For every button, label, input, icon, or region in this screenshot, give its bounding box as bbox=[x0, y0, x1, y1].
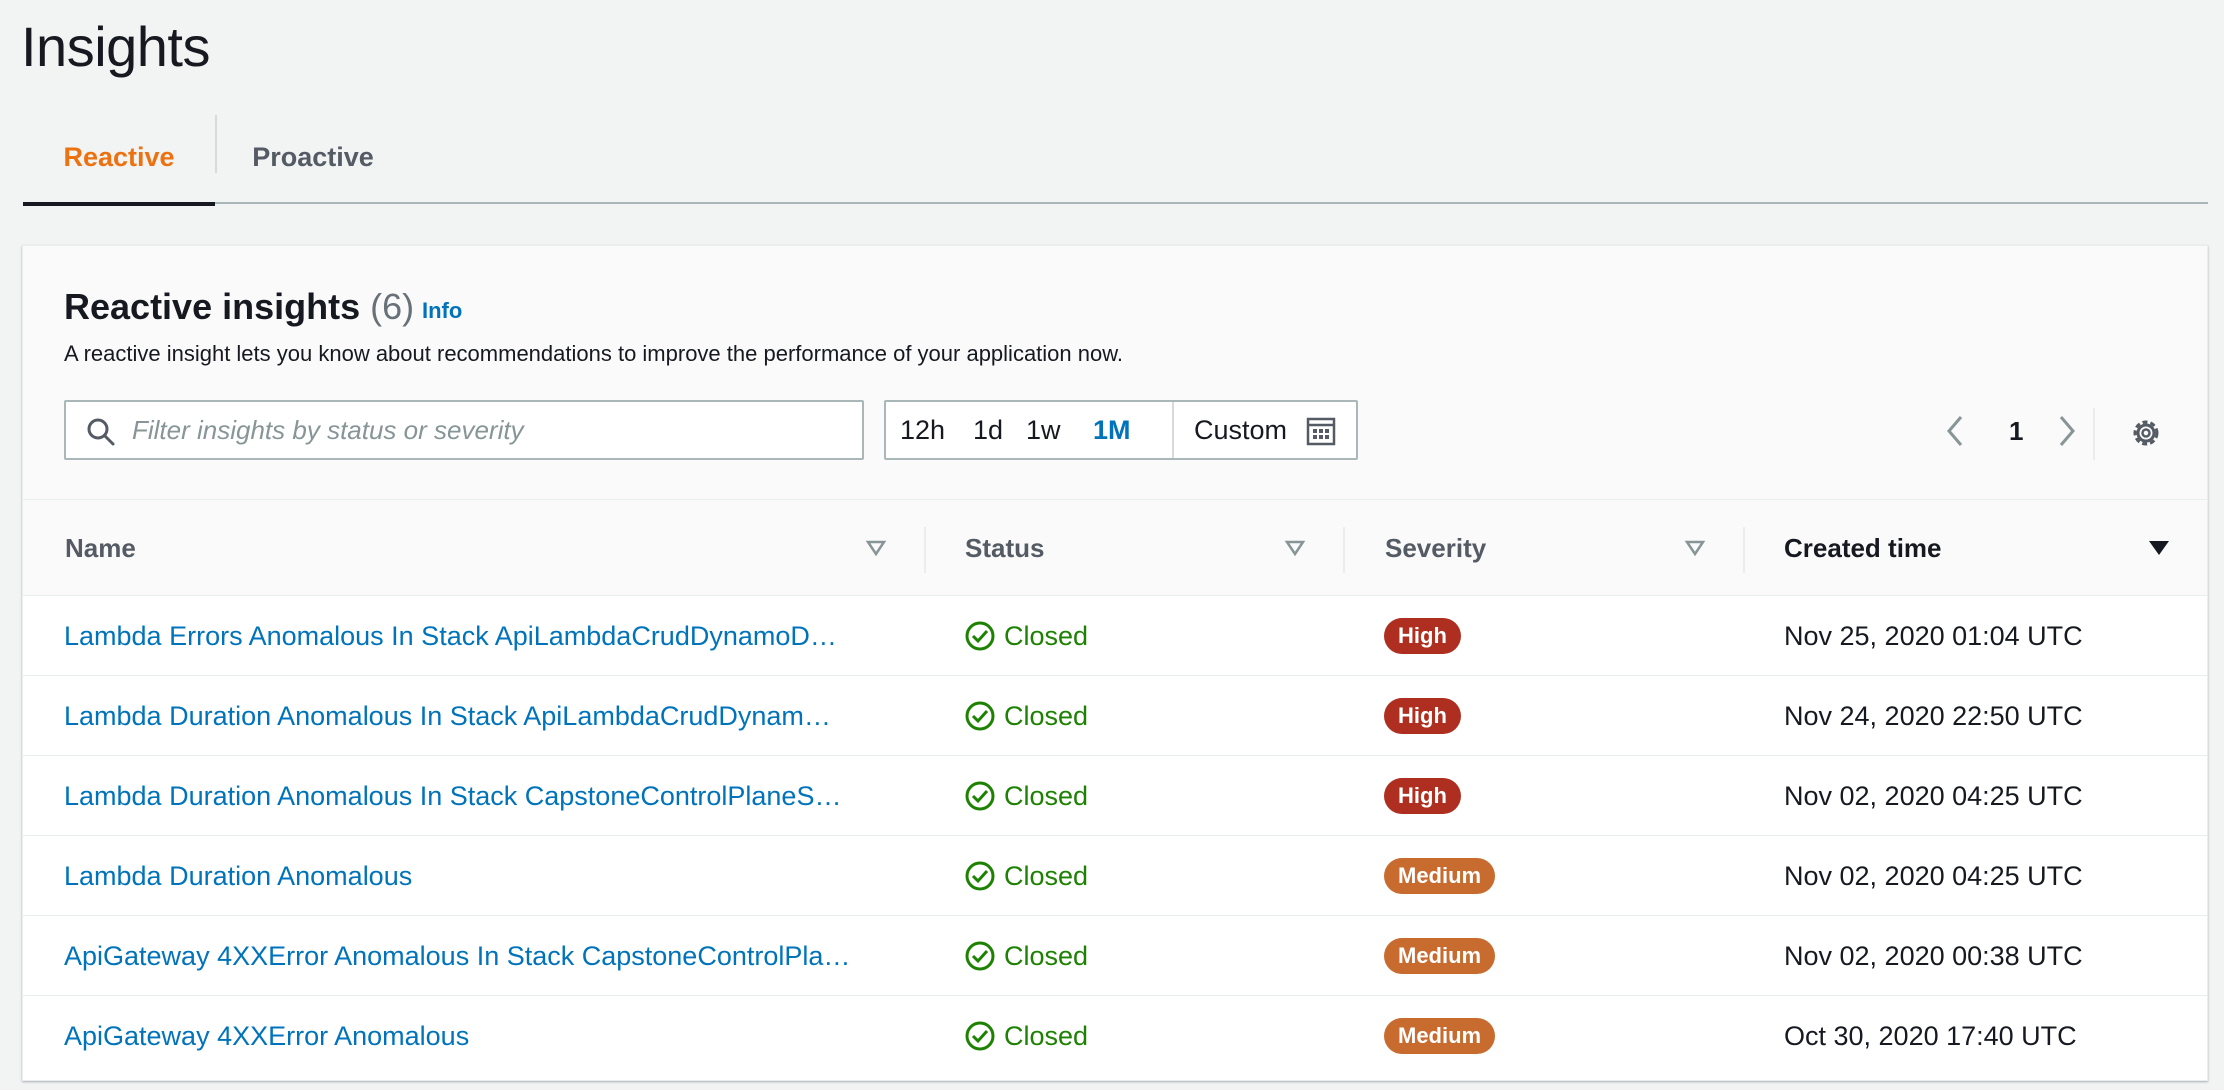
calendar-icon bbox=[1306, 417, 1336, 446]
range-12h[interactable]: 12h bbox=[900, 415, 945, 446]
created-time: Nov 02, 2020 00:38 UTC bbox=[1784, 940, 2083, 971]
time-range-selector: 12h 1d 1w 1M Custom bbox=[884, 400, 1358, 460]
created-time: Nov 02, 2020 04:25 UTC bbox=[1784, 860, 2083, 891]
status-text: Closed bbox=[1004, 620, 1089, 651]
insight-name-link[interactable]: Lambda Duration Anomalous bbox=[64, 861, 412, 892]
sort-caret-icon[interactable] bbox=[2147, 538, 2171, 558]
range-1w[interactable]: 1w bbox=[1026, 415, 1061, 446]
severity-badge: High bbox=[1384, 698, 1461, 734]
status-text: Closed bbox=[1004, 700, 1089, 731]
column-divider bbox=[1743, 527, 1745, 573]
sort-caret-icon[interactable] bbox=[1284, 538, 1306, 558]
search-field[interactable] bbox=[64, 400, 864, 460]
table-row: ApiGateway 4XXError Anomalous In Stack C… bbox=[23, 916, 2207, 996]
insight-name-link[interactable]: Lambda Errors Anomalous In Stack ApiLamb… bbox=[64, 621, 837, 652]
table-row: Lambda Duration Anomalous In Stack Capst… bbox=[23, 756, 2207, 836]
severity-badge: High bbox=[1384, 778, 1461, 814]
table-row: ApiGateway 4XXError Anomalous Closed Med… bbox=[23, 996, 2207, 1076]
table-row: Lambda Duration Anomalous In Stack ApiLa… bbox=[23, 676, 2207, 756]
tab-reactive[interactable]: Reactive bbox=[23, 110, 215, 206]
range-custom-button[interactable]: Custom bbox=[1172, 402, 1356, 458]
status-text: Closed bbox=[1004, 940, 1089, 971]
search-icon bbox=[87, 418, 115, 446]
column-label-created: Created time bbox=[1784, 532, 1942, 563]
created-time: Nov 02, 2020 04:25 UTC bbox=[1784, 780, 2083, 811]
column-header-name[interactable]: Name bbox=[65, 500, 136, 596]
insight-name-link[interactable]: ApiGateway 4XXError Anomalous In Stack C… bbox=[64, 941, 850, 972]
column-header-severity[interactable]: Severity bbox=[1385, 500, 1486, 596]
info-link[interactable]: Info bbox=[422, 298, 462, 324]
created-time: Nov 24, 2020 22:50 UTC bbox=[1784, 700, 2083, 731]
status-text: Closed bbox=[1004, 1020, 1089, 1051]
panel-description: A reactive insight lets you know about r… bbox=[64, 341, 1124, 366]
severity-badge: High bbox=[1384, 618, 1461, 654]
range-custom-label: Custom bbox=[1194, 414, 1288, 445]
page-number[interactable]: 1 bbox=[2009, 416, 2023, 447]
panel-title: Reactive insights (6) bbox=[64, 286, 414, 328]
severity-badge: Medium bbox=[1384, 938, 1496, 974]
check-circle-icon bbox=[965, 941, 995, 971]
status-text: Closed bbox=[1004, 780, 1089, 811]
status-text: Closed bbox=[1004, 860, 1089, 891]
created-time: Nov 25, 2020 01:04 UTC bbox=[1784, 620, 2083, 651]
check-circle-icon bbox=[965, 1021, 995, 1051]
created-time: Oct 30, 2020 17:40 UTC bbox=[1784, 1020, 2077, 1051]
panel-header: Reactive insights (6) Info A reactive in… bbox=[23, 246, 2207, 500]
check-circle-icon bbox=[965, 701, 995, 731]
tab-bar: Reactive Proactive bbox=[23, 110, 2208, 206]
gear-icon[interactable] bbox=[2128, 415, 2164, 451]
severity-badge: Medium bbox=[1384, 1018, 1496, 1054]
column-divider bbox=[1343, 527, 1345, 573]
page-title: Insights bbox=[21, 15, 211, 78]
table-row: Lambda Errors Anomalous In Stack ApiLamb… bbox=[23, 596, 2207, 676]
insight-count: (6) bbox=[370, 286, 415, 327]
tab-proactive-label: Proactive bbox=[252, 141, 374, 172]
column-header-status[interactable]: Status bbox=[965, 500, 1044, 596]
chevron-right-icon[interactable] bbox=[2053, 411, 2081, 451]
column-label-name: Name bbox=[65, 532, 136, 563]
pager-divider bbox=[2093, 408, 2095, 460]
sort-caret-icon[interactable] bbox=[1684, 538, 1706, 558]
column-label-severity: Severity bbox=[1385, 532, 1487, 563]
column-divider bbox=[924, 527, 926, 573]
table-header: Name Status Severity Created time bbox=[23, 500, 2207, 596]
panel-title-text: Reactive insights bbox=[64, 286, 361, 327]
reactive-insights-panel: Reactive insights (6) Info A reactive in… bbox=[22, 245, 2208, 1081]
insight-name-link[interactable]: Lambda Duration Anomalous In Stack ApiLa… bbox=[64, 701, 831, 732]
range-1m[interactable]: 1M bbox=[1093, 415, 1131, 446]
check-circle-icon bbox=[965, 621, 995, 651]
insight-name-link[interactable]: Lambda Duration Anomalous In Stack Capst… bbox=[64, 781, 841, 812]
column-header-created[interactable]: Created time bbox=[1784, 500, 1942, 596]
tab-reactive-label: Reactive bbox=[63, 141, 175, 172]
sort-caret-icon[interactable] bbox=[865, 538, 887, 558]
tab-proactive[interactable]: Proactive bbox=[217, 110, 409, 204]
severity-badge: Medium bbox=[1384, 858, 1496, 894]
column-label-status: Status bbox=[965, 532, 1045, 563]
range-1d[interactable]: 1d bbox=[973, 415, 1003, 446]
search-input[interactable] bbox=[132, 410, 842, 450]
check-circle-icon bbox=[965, 781, 995, 811]
check-circle-icon bbox=[965, 861, 995, 891]
chevron-left-icon[interactable] bbox=[1941, 411, 1969, 451]
insight-name-link[interactable]: ApiGateway 4XXError Anomalous bbox=[64, 1021, 469, 1052]
table-row: Lambda Duration Anomalous Closed Medium … bbox=[23, 836, 2207, 916]
